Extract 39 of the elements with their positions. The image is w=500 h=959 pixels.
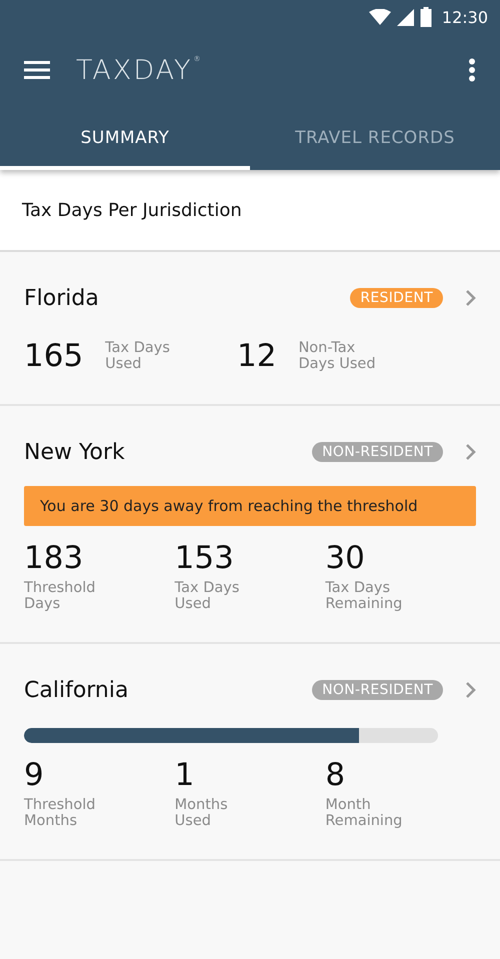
tab[interactable]: TRAVEL RECORDS (250, 106, 500, 170)
status-tag: NON-RESIDENT (312, 680, 443, 700)
stat-label: Tax Days Remaining (325, 580, 404, 612)
stat-label: Threshold Days (24, 580, 96, 612)
open-details-button[interactable] (465, 289, 476, 307)
stat-label: Months Used (174, 797, 229, 829)
stat-label: Tax Days Used (105, 340, 170, 372)
more-options-button[interactable] (468, 58, 476, 82)
signal-icon (396, 8, 414, 26)
open-details-button[interactable] (465, 443, 476, 461)
stat-value: 1 (174, 757, 196, 793)
chevron-right-icon (465, 289, 476, 307)
jurisdiction-name: California (24, 678, 128, 702)
stat-label: Non-Tax Days Used (298, 340, 376, 372)
stat-label: Threshold Months (24, 797, 96, 829)
clock-time: 12:30 (442, 8, 488, 26)
section-title: Tax Days Per Jurisdiction (22, 200, 242, 220)
stat-label: Tax Days Used (174, 580, 240, 612)
menu-icon (24, 61, 50, 79)
stat-value: 153 (174, 540, 235, 576)
menu-button[interactable] (24, 61, 50, 79)
jurisdiction-name: Florida (24, 286, 99, 310)
stat-value: 12 (237, 338, 276, 374)
chevron-right-icon (465, 443, 476, 461)
stat-value: 183 (24, 540, 84, 576)
stat-value: 30 (325, 540, 366, 576)
jurisdiction-name: New York (24, 440, 125, 464)
wifi-icon (368, 9, 391, 25)
threshold-alert: You are 30 days away from reaching the threshold (24, 486, 476, 526)
chevron-right-icon (465, 681, 476, 699)
stat-value: 8 (325, 757, 346, 793)
more-icon (468, 58, 476, 82)
status-tag: RESIDENT (350, 288, 443, 308)
stat-value: 165 (24, 338, 84, 374)
stat-value: 9 (24, 757, 45, 793)
status-tag: NON-RESIDENT (312, 442, 443, 462)
open-details-button[interactable] (465, 681, 476, 699)
stat-label: Month Remaining (325, 797, 404, 829)
battery-icon (420, 7, 432, 27)
